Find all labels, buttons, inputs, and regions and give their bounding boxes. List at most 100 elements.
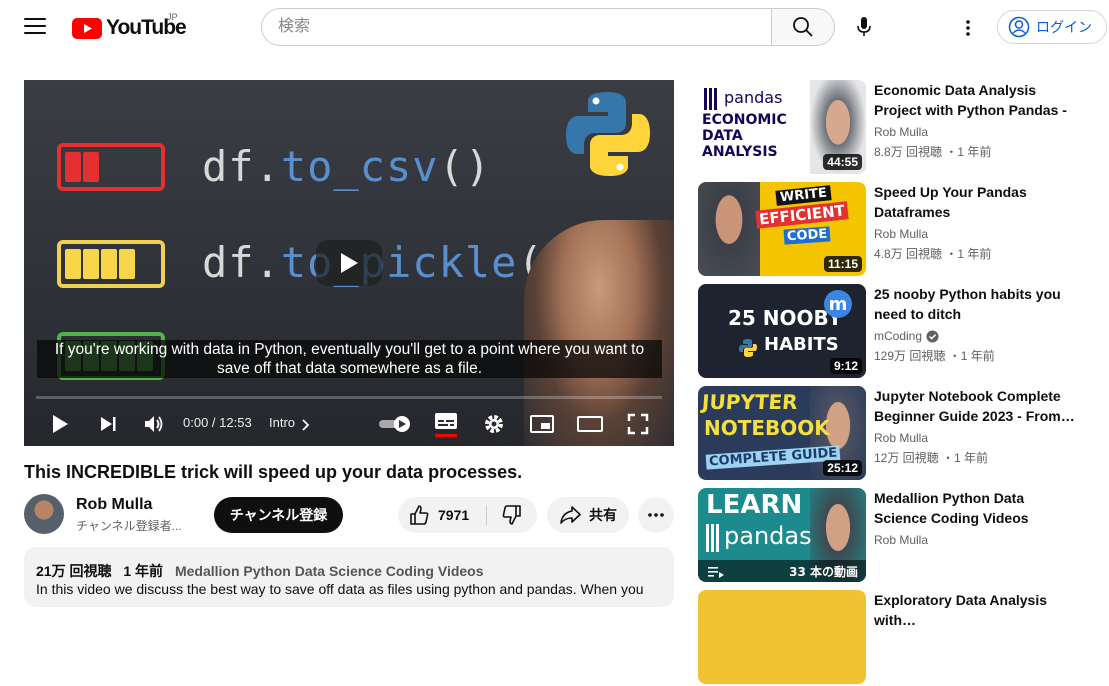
like-count: 7971 [438,507,470,523]
pandas-logo-icon [706,524,720,552]
menu-icon[interactable] [24,18,46,36]
recommendation-thumbnail[interactable] [698,590,866,684]
skip-next-icon [101,417,116,431]
playlist-icon [708,567,724,578]
code-line-pickle: df.to_pickle() [202,238,569,287]
duration-badge: 9:12 [829,358,862,374]
more-vertical-icon [966,20,970,36]
channel-name[interactable]: Rob Mulla [76,496,152,514]
share-button[interactable]: 共有 [547,497,629,533]
recommendation-playlist-item[interactable]: LEARN pandas 33 本の動画 Medallion Python Da… [698,488,1108,584]
verified-badge-icon [926,330,939,342]
caption-line-2: save off that data somewhere as a file. [216,360,483,377]
miniplayer-button[interactable] [528,410,556,438]
theater-mode-icon [577,416,603,432]
theater-mode-button[interactable] [576,410,604,438]
playlist-thumbnail[interactable]: LEARN pandas 33 本の動画 [698,488,866,582]
video-count-badge: 33 本の動画 [789,565,858,579]
subtitles-icon [435,413,457,437]
recommendation-title[interactable]: Speed Up Your Pandas Dataframes [874,182,1080,222]
recommendation-channel: Rob Mulla [874,431,929,445]
dislike-button[interactable] [487,497,537,533]
battery-mid-graphic [57,240,165,288]
next-button[interactable] [94,410,122,438]
recommendation-thumbnail[interactable]: pandas ECONOMIC DATA ANALYSIS 44:55 [698,80,866,174]
description-box[interactable]: 21万 回視聴 1 年前 Medallion Python Data Scien… [24,547,674,607]
duration-badge: 44:55 [823,154,862,170]
volume-button[interactable] [140,410,168,438]
autoplay-toggle-icon [379,416,410,432]
chapter-title[interactable]: Intro [269,415,295,430]
recommendation-thumbnail[interactable]: JUPYTER NOTEBOOK COMPLETE GUIDE 25:12 [698,386,866,480]
pandas-logo-icon [704,88,718,110]
thumbs-up-icon [410,505,429,525]
search-button[interactable] [771,8,835,46]
duration-badge: 11:15 [823,256,862,272]
recommendation-thumbnail[interactable]: WRITE EFFICIENT CODE 11:15 [698,182,866,276]
recommendation-channel: mCoding [874,329,939,343]
python-logo-icon [566,92,650,176]
recommendation-meta: 12万 回視聴 ・1 年前 [874,451,989,465]
caption-box: If you're working with data in Python, e… [37,340,662,378]
python-logo-icon [739,339,757,357]
youtube-play-logo-icon [72,17,102,39]
description-meta: 21万 回視聴 1 年前 Medallion Python Data Scien… [36,561,484,581]
account-icon [1008,16,1030,38]
gear-icon [485,415,503,433]
battery-low-graphic [57,143,165,191]
recommendation-thumbnail[interactable]: 25 NOOBY HABITS m 9:12 [698,284,866,378]
recommendation-channel: Rob Mulla [874,125,929,139]
miniplayer-icon [530,415,554,433]
more-actions-button[interactable] [638,497,674,533]
chevron-right-icon [302,419,310,431]
recommendation-title[interactable]: 25 nooby Python habits you need to ditch [874,284,1080,324]
settings-button[interactable] [480,410,508,438]
subscriber-count: チャンネル登録者... [76,519,182,533]
more-horizontal-icon [648,513,664,517]
login-label: ログイン [1036,19,1092,35]
subtitles-button[interactable] [432,410,460,438]
recommendation-title[interactable]: Jupyter Notebook Complete Beginner Guide… [874,386,1080,426]
like-dislike-group: 7971 [398,497,537,533]
voice-search-button[interactable] [845,8,883,46]
search-box [261,8,771,46]
view-count: 21万 回視聴 [36,563,112,579]
search-input[interactable] [262,9,771,45]
autoplay-toggle[interactable] [378,410,412,438]
recommendation-title[interactable]: Exploratory Data Analysis with… [874,590,1080,630]
recommendation-item[interactable]: JUPYTER NOTEBOOK COMPLETE GUIDE 25:12 Ju… [698,386,1108,482]
share-icon [560,506,581,524]
recommendation-item[interactable]: WRITE EFFICIENT CODE 11:15 Speed Up Your… [698,182,1108,278]
volume-icon [145,416,163,432]
play-overlay-button[interactable] [316,240,382,286]
recommendation-title[interactable]: Economic Data Analysis Project with Pyth… [874,80,1080,120]
masthead: YouTube JP ログイン [0,0,1109,56]
time-display: 0:00 / 12:53 [183,415,252,430]
video-player[interactable]: df.to_csv() df.to_pickle() If you're wor… [24,80,674,446]
fullscreen-button[interactable] [624,410,652,438]
region-code: JP [167,12,178,22]
play-icon [341,253,358,273]
playlist-link[interactable]: Medallion Python Data Science Coding Vid… [175,563,484,579]
subscribe-button[interactable]: チャンネル登録 [214,497,343,533]
channel-avatar[interactable] [24,494,64,534]
description-text: In this video we discuss the best way to… [36,581,644,597]
recommendation-item[interactable]: 25 NOOBY HABITS m 9:12 25 nooby Python h… [698,284,1108,380]
caption-line-1: If you're working with data in Python, e… [54,341,645,358]
recommendation-meta: 8.8万 回視聴 ・1 年前 [874,145,992,159]
microphone-icon [857,17,871,36]
settings-menu-button[interactable] [954,14,982,42]
recommendation-title[interactable]: Medallion Python Data Science Coding Vid… [874,488,1080,528]
mcoding-logo-icon: m [824,290,852,318]
video-title: This INCREDIBLE trick will speed up your… [24,462,523,482]
recommendation-item[interactable]: Exploratory Data Analysis with… [698,590,1108,686]
progress-bar[interactable] [36,396,662,399]
recommendation-item[interactable]: pandas ECONOMIC DATA ANALYSIS 44:55 Econ… [698,80,1108,176]
fullscreen-icon [627,413,649,435]
login-button[interactable]: ログイン [997,10,1107,44]
recommendation-channel: Rob Mulla [874,227,929,241]
like-button[interactable]: 7971 [398,497,486,533]
thumbs-down-icon [502,505,521,525]
share-label: 共有 [589,507,617,523]
play-button[interactable] [46,410,74,438]
